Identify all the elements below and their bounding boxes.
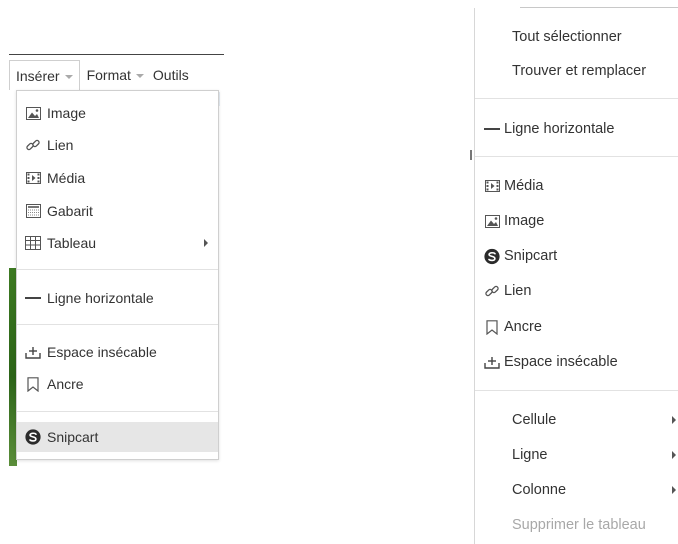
menu-item-table[interactable]: Tableau: [17, 228, 218, 258]
menu-item-link[interactable]: Lien: [475, 274, 678, 308]
menubar-format[interactable]: Format: [80, 60, 151, 90]
menu-divider: [475, 156, 678, 157]
media-icon: [25, 170, 41, 186]
menubar-insert[interactable]: Insérer: [9, 60, 80, 90]
menu-item-label: Snipcart: [47, 429, 99, 445]
template-icon: [25, 203, 41, 219]
menu-item-nonbreaking-space[interactable]: Espace insécable: [475, 345, 678, 379]
horizontal-line-icon: [25, 290, 41, 306]
menu-item-media[interactable]: Média: [17, 163, 218, 193]
chevron-right-icon: [204, 239, 208, 247]
background-fragment: [470, 150, 472, 160]
menu-divider: [17, 269, 218, 270]
menu-item-snipcart[interactable]: Snipcart: [475, 239, 678, 273]
nonbreaking-space-icon: [25, 344, 41, 360]
menubar-format-label: Format: [86, 67, 131, 83]
bookmark-icon: [25, 376, 41, 392]
menu-divider: [17, 324, 218, 325]
menu-item-label: Tout sélectionner: [512, 29, 622, 45]
menu-item-label: Média: [504, 178, 544, 194]
snipcart-icon: [484, 248, 500, 264]
chevron-right-icon: [672, 451, 676, 459]
media-icon: [484, 178, 500, 194]
link-icon: [484, 283, 500, 299]
menu-item-label: Lien: [504, 283, 532, 299]
image-icon: [25, 105, 41, 121]
menu-item-label: Ligne horizontale: [504, 121, 615, 137]
menu-item-label: Ligne: [512, 447, 548, 463]
menu-item-template[interactable]: Gabarit: [17, 196, 218, 226]
menu-item-find-replace[interactable]: Trouver et remplacer: [475, 54, 678, 88]
toolbar-top-border: [9, 54, 224, 55]
table-icon: [25, 235, 41, 251]
menu-item-label: Snipcart: [504, 248, 558, 264]
menu-item-label: Cellule: [512, 412, 557, 428]
menu-item-label: Espace insécable: [47, 344, 157, 360]
chevron-right-icon: [672, 416, 676, 424]
menu-item-label: Tableau: [47, 235, 97, 251]
insert-dropdown-menu: Image Lien Média Gabarit Tableau Ligne h…: [16, 90, 219, 460]
menu-item-label: Trouver et remplacer: [512, 63, 647, 79]
menu-item-label: Espace insécable: [504, 354, 618, 370]
menu-item-snipcart[interactable]: Snipcart: [17, 422, 218, 452]
menu-item-image[interactable]: Image: [17, 98, 218, 128]
menu-item-row[interactable]: Ligne: [475, 438, 678, 472]
menu-item-label: Ancre: [47, 376, 84, 392]
horizontal-line-icon: [484, 121, 500, 137]
menu-item-label: Lien: [47, 137, 74, 153]
chevron-right-icon: [672, 486, 676, 494]
menu-divider: [475, 98, 678, 99]
menubar-insert-label: Insérer: [16, 68, 60, 84]
image-icon: [484, 213, 500, 229]
menu-item-label: Colonne: [512, 482, 567, 498]
context-menu: Tout sélectionner Trouver et remplacer L…: [474, 8, 678, 544]
menu-item-label: Média: [47, 170, 86, 186]
menu-item-label: Supprimer le tableau: [512, 517, 646, 533]
menu-item-cell[interactable]: Cellule: [475, 403, 678, 437]
menu-item-label: Image: [504, 213, 545, 229]
menu-item-image[interactable]: Image: [475, 204, 678, 238]
menu-item-anchor[interactable]: Ancre: [475, 310, 678, 344]
menu-item-anchor[interactable]: Ancre: [17, 369, 218, 399]
nonbreaking-space-icon: [484, 354, 500, 370]
menubar-tools-label: Outils: [152, 67, 189, 83]
menu-item-link[interactable]: Lien: [17, 130, 218, 160]
caret-down-icon: [64, 75, 73, 79]
menu-item-label: Image: [47, 105, 86, 121]
menu-item-media[interactable]: Média: [475, 169, 678, 203]
menu-item-horizontal-line[interactable]: Ligne horizontale: [475, 112, 678, 146]
menu-item-nonbreaking-space[interactable]: Espace insécable: [17, 337, 218, 367]
menu-item-delete-table: Supprimer le tableau: [475, 508, 678, 542]
menu-item-label: Ancre: [504, 319, 542, 335]
link-icon: [25, 137, 41, 153]
caret-down-icon: [135, 74, 144, 78]
menu-item-label: Ligne horizontale: [47, 290, 154, 306]
menu-item-select-all[interactable]: Tout sélectionner: [475, 20, 678, 54]
menu-divider: [475, 390, 678, 391]
menu-item-label: Gabarit: [47, 203, 93, 219]
editor-menubar: Insérer Format Outils: [9, 60, 224, 90]
snipcart-icon: [25, 429, 41, 445]
menubar-tools[interactable]: Outils: [151, 60, 196, 90]
bookmark-icon: [484, 319, 500, 335]
menu-item-horizontal-line[interactable]: Ligne horizontale: [17, 283, 218, 313]
menu-divider: [17, 411, 218, 412]
menu-item-column[interactable]: Colonne: [475, 473, 678, 507]
